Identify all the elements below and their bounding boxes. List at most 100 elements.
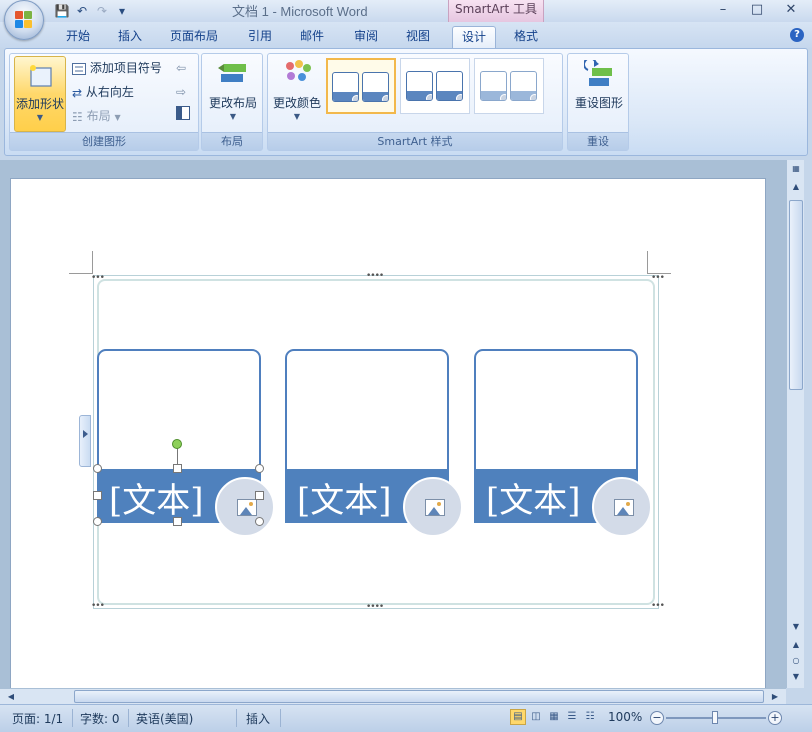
style-option-3[interactable] xyxy=(474,58,544,114)
change-layout-icon xyxy=(218,64,246,82)
add-shape-button[interactable]: 添加形状 ▼ xyxy=(14,56,66,132)
tab-home[interactable]: 开始 xyxy=(58,26,98,48)
picture-icon xyxy=(237,499,257,516)
word-count[interactable]: 字数: 0 xyxy=(80,710,120,727)
previous-page-icon[interactable]: ▲ xyxy=(789,638,803,652)
page-indicator[interactable]: 页面: 1/1 xyxy=(12,710,63,727)
resize-handle[interactable] xyxy=(173,517,182,526)
resize-handle[interactable] xyxy=(93,491,102,500)
customize-icon[interactable]: ▾ xyxy=(114,3,130,19)
language-indicator[interactable]: 英语(美国) xyxy=(136,710,193,727)
minimize-button[interactable]: – xyxy=(706,1,740,19)
maximize-button[interactable]: □ xyxy=(740,1,774,19)
smartart-card-1[interactable]: [文本] xyxy=(97,349,275,537)
chevron-down-icon: ▼ xyxy=(114,113,121,122)
resize-handle[interactable] xyxy=(255,464,264,473)
frame-handle-corner[interactable]: ••• xyxy=(651,274,665,283)
picture-icon xyxy=(614,499,634,516)
text-pane-icon[interactable] xyxy=(176,106,190,126)
resize-handle[interactable] xyxy=(255,517,264,526)
change-colors-label: 更改颜色 xyxy=(272,96,321,110)
draft-view-icon[interactable]: ☷ xyxy=(582,709,598,725)
tab-page-layout[interactable]: 页面布局 xyxy=(162,26,226,48)
vertical-scroll-thumb[interactable] xyxy=(789,200,803,390)
insert-mode-indicator[interactable]: 插入 xyxy=(246,710,270,727)
document-page[interactable]: •••• •••• ••• ••• ••• ••• [文本] [文本] [文本] xyxy=(10,178,766,698)
frame-handle-corner[interactable]: ••• xyxy=(651,602,665,611)
zoom-out-icon[interactable]: − xyxy=(650,711,664,725)
redo-icon[interactable]: ↷ xyxy=(94,3,110,19)
select-browse-object-icon[interactable]: ○ xyxy=(789,654,803,668)
add-shape-label: 添加形状 xyxy=(15,97,64,111)
vertical-scrollbar[interactable]: ▦ ▲ ▼ ▲ ○ ▼ xyxy=(786,160,804,688)
style-option-1[interactable] xyxy=(326,58,396,114)
next-page-icon[interactable]: ▼ xyxy=(789,670,803,684)
zoom-slider-thumb[interactable] xyxy=(712,711,718,724)
help-icon[interactable]: ? xyxy=(790,28,804,42)
promote-icon[interactable]: ⇦ xyxy=(176,58,186,78)
title-bar: 💾 ↶ ↷ ▾ 文档 1 - Microsoft Word SmartArt 工… xyxy=(0,0,812,22)
rotate-handle[interactable] xyxy=(172,439,182,449)
ruler-toggle-icon[interactable]: ▦ xyxy=(789,162,803,176)
resize-handle[interactable] xyxy=(173,464,182,473)
zoom-in-icon[interactable]: + xyxy=(768,711,782,725)
tab-view[interactable]: 视图 xyxy=(398,26,438,48)
resize-handle[interactable] xyxy=(93,464,102,473)
smartart-card-2[interactable]: [文本] xyxy=(285,349,463,537)
full-screen-reading-icon[interactable]: ◫ xyxy=(528,709,544,725)
style-option-2[interactable] xyxy=(400,58,470,114)
rotate-line xyxy=(177,447,178,465)
change-layout-button[interactable]: 更改布局 ▼ xyxy=(206,56,260,132)
change-layout-label: 更改布局 xyxy=(208,96,257,110)
status-bar: 页面: 1/1 字数: 0 英语(美国) 插入 ▤ ◫ ▦ ☰ ☷ 100% −… xyxy=(0,704,812,732)
margin-mark xyxy=(69,273,93,274)
close-button[interactable]: ✕ xyxy=(774,1,808,19)
chevron-down-icon: ▼ xyxy=(293,112,301,121)
frame-handle-corner[interactable]: ••• xyxy=(91,274,105,283)
zoom-level[interactable]: 100% xyxy=(608,710,642,724)
insert-picture-button[interactable] xyxy=(215,477,275,537)
tab-references[interactable]: 引用 xyxy=(240,26,280,48)
card-text[interactable]: [文本] xyxy=(109,473,204,522)
layout-button[interactable]: ☷ 布局 ▼ xyxy=(72,106,121,126)
frame-handle-bottom[interactable]: •••• xyxy=(366,603,384,612)
smartart-card-3[interactable]: [文本] xyxy=(474,349,652,537)
undo-icon[interactable]: ↶ xyxy=(74,3,90,19)
frame-handle-top[interactable]: •••• xyxy=(366,272,384,281)
tab-insert[interactable]: 插入 xyxy=(110,26,150,48)
tab-format[interactable]: 格式 xyxy=(506,26,546,48)
print-layout-view-icon[interactable]: ▤ xyxy=(510,709,526,725)
card-text[interactable]: [文本] xyxy=(486,473,581,522)
group-reset: 重设图形 重设 xyxy=(567,53,629,151)
reset-graphic-label: 重设图形 xyxy=(574,96,623,110)
insert-picture-button[interactable] xyxy=(592,477,652,537)
tab-design[interactable]: 设计 xyxy=(452,26,496,48)
right-to-left-button[interactable]: ⇄ 从右向左 xyxy=(72,82,134,102)
status-separator xyxy=(72,709,73,727)
demote-icon[interactable]: ⇨ xyxy=(176,82,186,102)
scroll-left-icon[interactable]: ◀ xyxy=(4,690,18,704)
margin-mark xyxy=(92,251,93,273)
horizontal-scrollbar[interactable]: ◀ ▶ xyxy=(0,688,786,704)
office-button[interactable] xyxy=(4,0,44,40)
reset-graphic-button[interactable]: 重设图形 xyxy=(570,56,628,132)
scroll-right-icon[interactable]: ▶ xyxy=(768,690,782,704)
text-pane-toggle[interactable] xyxy=(79,415,91,467)
tab-review[interactable]: 审阅 xyxy=(346,26,386,48)
add-bullet-button[interactable]: 添加项目符号 xyxy=(72,58,162,78)
change-colors-button[interactable]: 更改颜色 ▼ xyxy=(270,56,324,132)
group-create-graphic-label: 创建图形 xyxy=(10,132,198,150)
scroll-down-icon[interactable]: ▼ xyxy=(789,620,803,634)
tab-mailings[interactable]: 邮件 xyxy=(292,26,332,48)
outline-view-icon[interactable]: ☰ xyxy=(564,709,580,725)
frame-handle-corner[interactable]: ••• xyxy=(91,602,105,611)
resize-handle[interactable] xyxy=(255,491,264,500)
horizontal-scroll-thumb[interactable] xyxy=(74,690,764,703)
web-layout-icon[interactable]: ▦ xyxy=(546,709,562,725)
card-text[interactable]: [文本] xyxy=(297,473,392,522)
insert-picture-button[interactable] xyxy=(403,477,463,537)
resize-handle[interactable] xyxy=(93,517,102,526)
scroll-up-icon[interactable]: ▲ xyxy=(789,180,803,194)
save-icon[interactable]: 💾 xyxy=(54,3,70,19)
window-title: 文档 1 - Microsoft Word xyxy=(232,4,368,19)
